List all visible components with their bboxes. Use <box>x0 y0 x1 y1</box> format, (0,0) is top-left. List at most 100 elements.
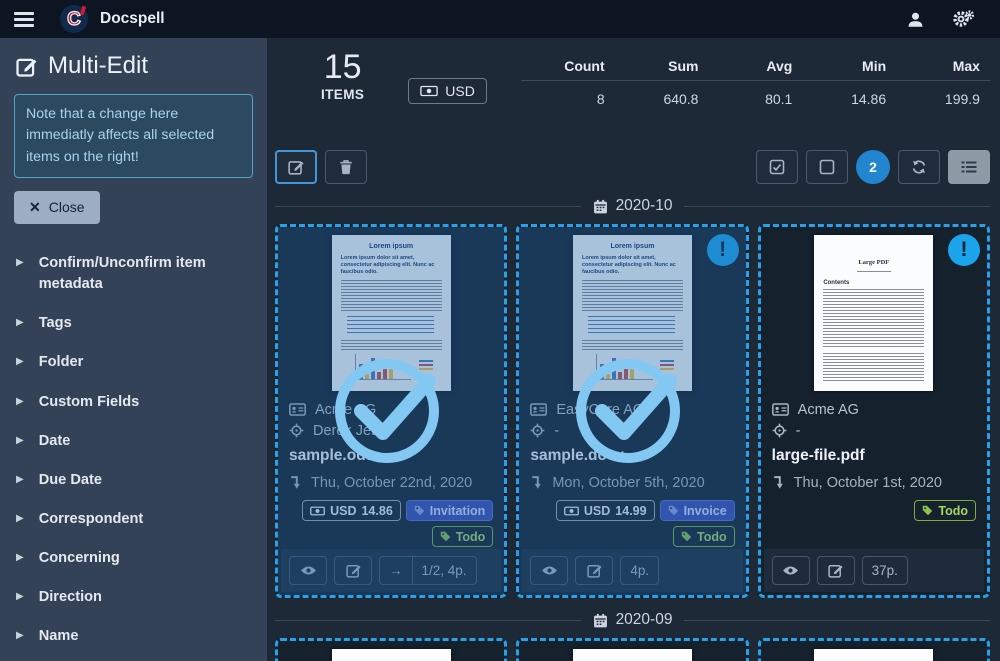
sidebar-section-item[interactable]: ▶ Folder <box>14 343 253 382</box>
month-label: 2020-10 <box>616 197 673 215</box>
upload-icon <box>665 556 679 569</box>
stats-value-min: 14.86 <box>802 81 896 113</box>
caret-right-icon: ▶ <box>16 435 24 446</box>
pages-button[interactable]: 4p. <box>620 556 659 585</box>
x-icon: ✕ <box>29 199 41 216</box>
pages-button[interactable]: → 1/2, 4p. <box>379 556 477 585</box>
folder-source-row: - webapp <box>289 552 493 572</box>
month-header: 2020-09 <box>275 611 990 629</box>
pages-button[interactable]: 37p. <box>862 556 908 585</box>
month-header: 2020-10 <box>275 197 990 215</box>
stats-header-max: Max <box>896 52 990 80</box>
edit-selected-button[interactable] <box>275 150 317 184</box>
stats-value-avg: 80.1 <box>708 81 802 113</box>
tag-icon <box>681 531 692 542</box>
items-count-label: ITEMS <box>321 87 364 102</box>
caret-right-icon: ▶ <box>16 396 24 407</box>
sidebar-section-item[interactable]: ▶ Date <box>14 422 253 461</box>
folder-icon <box>530 556 545 568</box>
concerning-name: - <box>554 423 559 439</box>
edit-item-button[interactable] <box>817 556 855 585</box>
stats-table-header: Count Sum Avg Min Max <box>521 52 990 81</box>
item-card[interactable]: Lorem ipsumLorem ipsum dolor sit amet, c… <box>275 224 507 598</box>
crosshair-icon <box>772 423 787 438</box>
item-card[interactable]: Keywords in PDF <box>275 638 507 661</box>
cogs-icon[interactable] <box>952 10 974 28</box>
list-view-button[interactable] <box>948 150 990 184</box>
caret-right-icon: ▶ <box>16 317 24 328</box>
selected-count-badge: 2 <box>856 150 890 184</box>
card-footer: → 1/2, 4p. <box>281 549 501 592</box>
tag-icon <box>440 531 451 542</box>
view-item-button[interactable] <box>289 556 327 585</box>
sidebar-section-item[interactable]: ▶ Concerning <box>14 539 253 578</box>
preview-page: Keywords in PDF <box>332 649 451 661</box>
month-label: 2020-09 <box>616 611 673 629</box>
crosshair-icon <box>289 423 304 438</box>
tag-badge: Todo <box>914 500 976 521</box>
preview-page: Large PDFContents <box>814 235 933 391</box>
select-all-button[interactable] <box>756 150 798 184</box>
sidebar-section-item[interactable]: ▶ Direction <box>14 578 253 617</box>
deselect-all-button[interactable] <box>806 150 848 184</box>
edit-item-button[interactable] <box>575 556 613 585</box>
caret-right-icon: ▶ <box>16 257 24 268</box>
correspondent-line: Acme AG <box>772 399 976 420</box>
app-logo[interactable]: C Docspell <box>60 5 165 33</box>
delete-selected-button[interactable] <box>325 150 367 184</box>
sidebar-section-item[interactable]: ▶ Custom Fields <box>14 383 253 422</box>
money-bill-icon <box>310 506 325 516</box>
item-groups: 2020-10 Lorem ipsumLorem ipsum dolor sit… <box>275 197 990 661</box>
tag-label: Invitation <box>430 504 486 518</box>
correspondent-name: Acme AG <box>798 402 859 418</box>
stats-row: 15 ITEMS USD Count Sum Avg Min Max 8 <box>275 48 990 140</box>
item-date-line: Thu, October 1st, 2020 <box>772 472 976 493</box>
sidebar-section-item[interactable]: ▶ Due Date <box>14 461 253 500</box>
currency-label: USD <box>445 83 475 99</box>
tag-label: Todo <box>456 530 486 544</box>
month-group: 2020-09 Keywords in PDF <box>275 611 990 661</box>
caret-right-icon: ▶ <box>16 474 24 485</box>
source-value: webapp <box>446 555 493 570</box>
item-card[interactable]: Lorem ipsumLorem ipsum dolor sit amet, c… <box>758 638 990 661</box>
edit-item-button[interactable] <box>334 556 372 585</box>
stats-value-count: 8 <box>521 81 615 113</box>
badge-row: USD 14.99 InvoiceTodo <box>530 500 734 547</box>
card-footer: 37p. <box>764 549 984 592</box>
view-item-button[interactable] <box>772 556 810 585</box>
money-bill-icon <box>420 85 438 97</box>
id-card-icon <box>289 403 306 416</box>
caret-right-icon: ▶ <box>16 356 24 367</box>
tag-badge: Todo <box>673 526 735 547</box>
sidebar-section-item[interactable]: ▶ Name <box>14 617 253 656</box>
sidebar-section-item[interactable]: ▶ Confirm/Unconfirm item metadata <box>14 244 253 304</box>
pencil-square-icon <box>16 56 37 77</box>
sidebar-section-item[interactable]: ▶ Correspondent <box>14 500 253 539</box>
user-icon[interactable] <box>907 11 924 28</box>
item-card[interactable]: ! Lorem ipsumLorem ipsum dolor sit amet,… <box>516 224 748 598</box>
tag-icon <box>668 505 679 516</box>
preview-wrap: Lorem ipsumLorem ipsum dolor sit amet, c… <box>761 641 987 661</box>
month-group: 2020-10 Lorem ipsumLorem ipsum dolor sit… <box>275 197 990 598</box>
folder-value: - <box>312 555 317 570</box>
hamburger-icon[interactable] <box>14 12 34 27</box>
pages-label: 1/2, 4p. <box>412 557 476 584</box>
pages-label: 37p. <box>863 557 907 584</box>
sidebar-title: Multi-Edit <box>16 52 253 80</box>
item-card[interactable]: ! Large PDFContents Acme AG - <box>758 224 990 598</box>
amount-badge: USD 14.99 <box>556 500 655 521</box>
card-grid: Lorem ipsumLorem ipsum dolor sit amet, c… <box>275 224 990 598</box>
badge-row: USD 14.86 InvitationTodo <box>289 500 493 547</box>
stats-value-sum: 640.8 <box>615 81 709 113</box>
preview-page: Lorem ipsumLorem ipsum dolor sit amet, c… <box>814 649 933 661</box>
close-button[interactable]: ✕ Close <box>14 191 100 224</box>
sync-icon-button[interactable] <box>898 150 940 184</box>
item-list-main: 15 ITEMS USD Count Sum Avg Min Max 8 <box>267 38 1000 661</box>
sidebar-section-item[interactable]: ▶ Tags <box>14 304 253 343</box>
check-circle-overlay <box>325 345 457 477</box>
view-item-button[interactable] <box>530 556 568 585</box>
caret-right-icon: ▶ <box>16 630 24 641</box>
docspell-logo-icon: C <box>60 5 88 33</box>
exclamation-circle-icon: ! <box>707 234 739 266</box>
item-card[interactable]: Lorem ipsum dolor sit amet, consectetur … <box>516 638 748 661</box>
